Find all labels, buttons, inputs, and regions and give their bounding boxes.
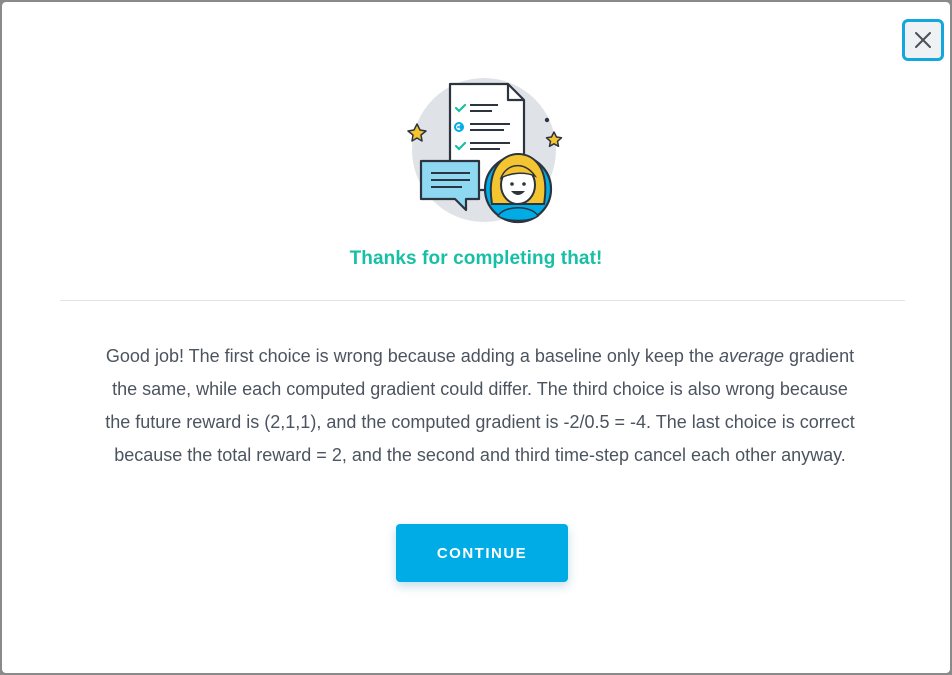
dialog-title: Thanks for completing that! xyxy=(349,248,603,269)
divider xyxy=(60,300,905,301)
completion-dialog: Thanks for completing that! Good job! Th… xyxy=(2,2,950,673)
completed-checklist-illustration xyxy=(407,78,563,224)
feedback-text-part-1: Good job! The first choice is wrong beca… xyxy=(105,346,719,366)
close-icon xyxy=(915,32,931,48)
continue-button[interactable]: CONTINUE xyxy=(396,524,568,582)
feedback-message: Good job! The first choice is wrong beca… xyxy=(100,340,860,472)
close-button[interactable] xyxy=(902,19,944,61)
feedback-emphasis: average xyxy=(718,346,785,366)
